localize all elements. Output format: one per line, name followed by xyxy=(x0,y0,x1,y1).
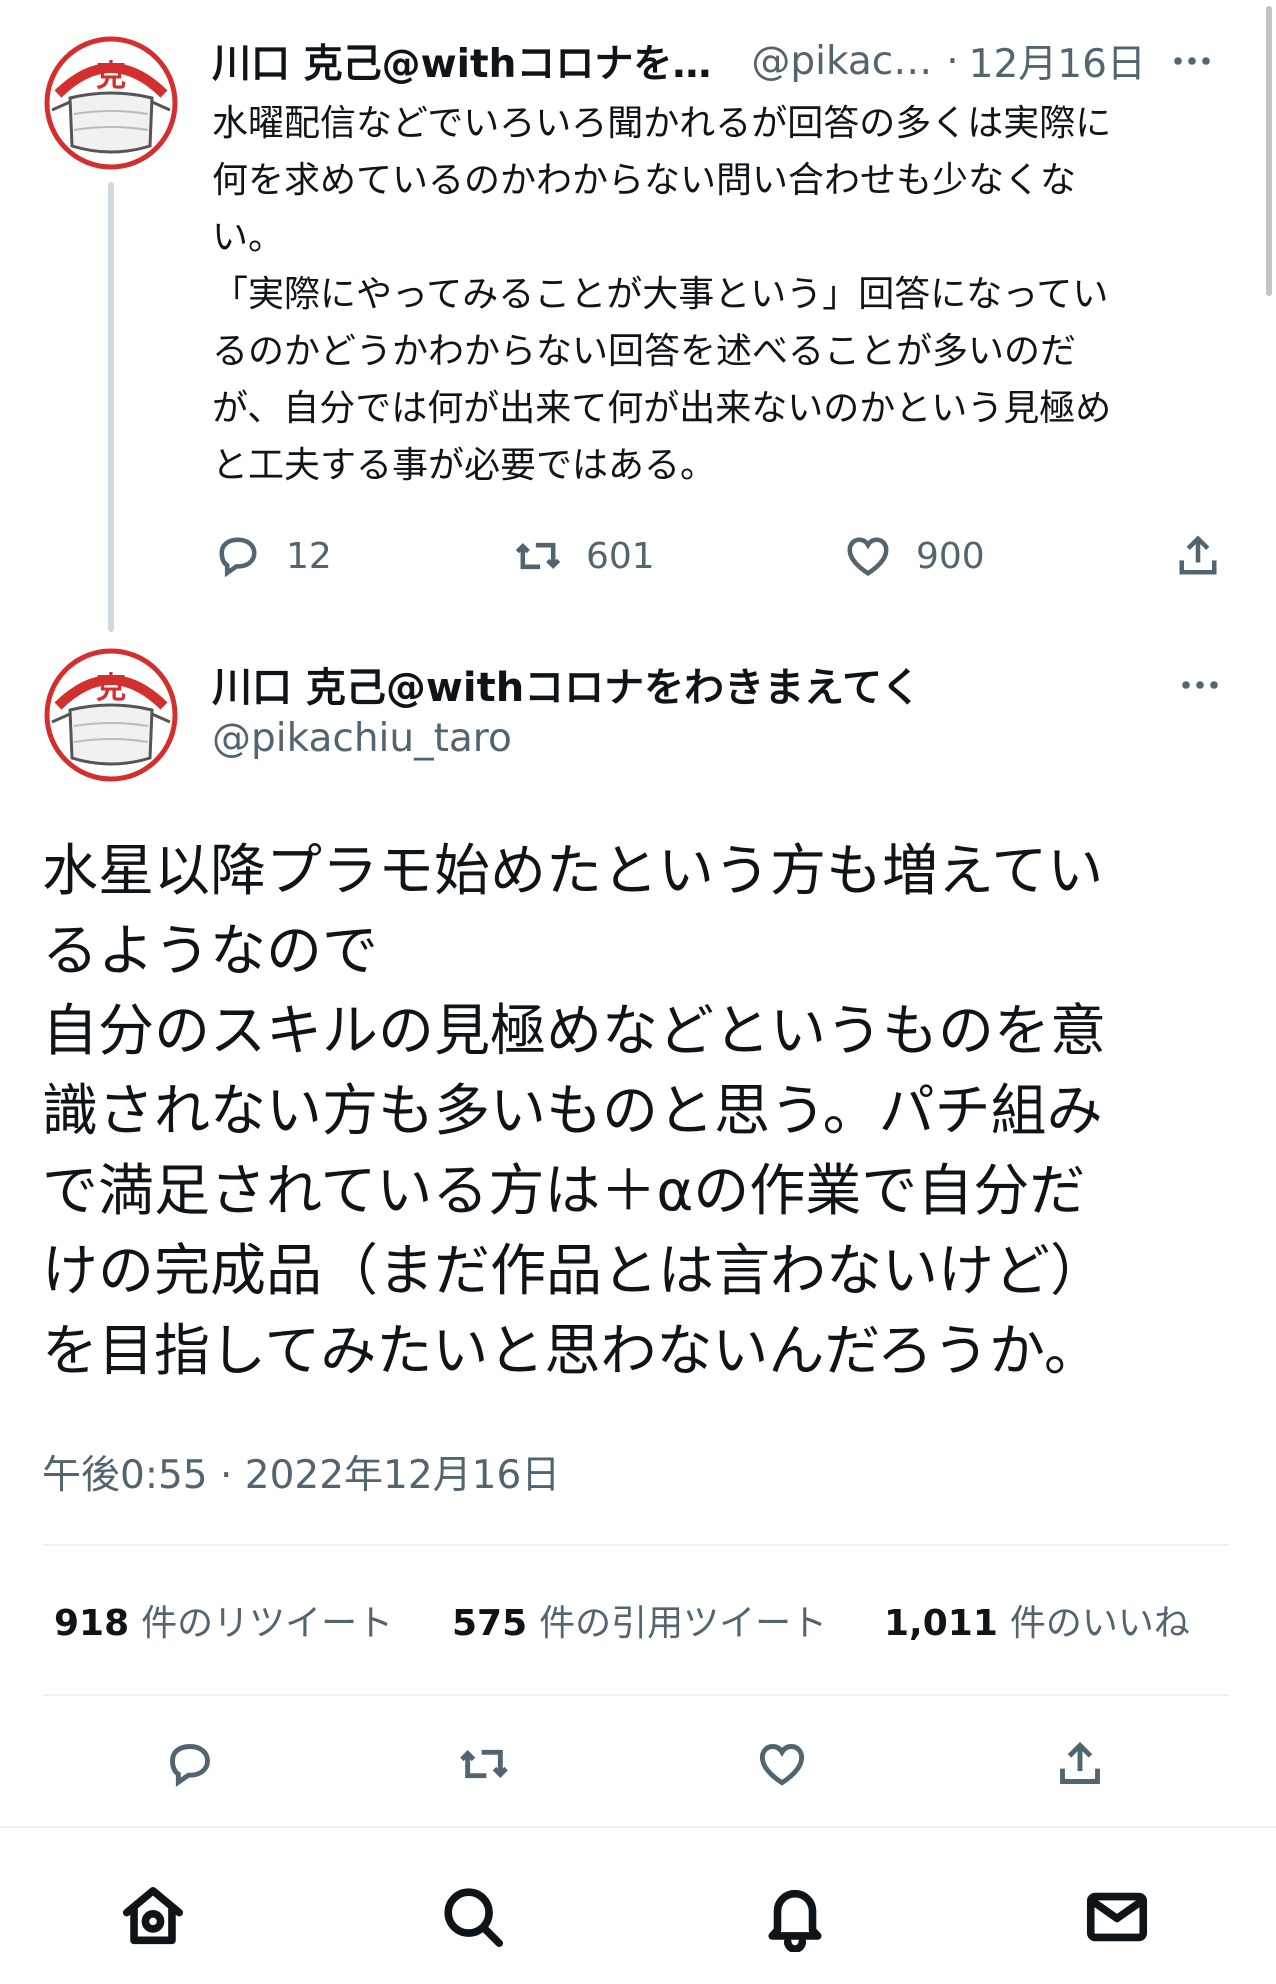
nav-search[interactable] xyxy=(436,1880,510,1954)
tweet-text-line: で満足されている方は＋αの作業で自分だ xyxy=(42,1159,1086,1224)
tweet-text-line: と工夫する事が必要ではある。 xyxy=(212,445,717,486)
like-button[interactable] xyxy=(752,1736,812,1792)
mask-avatar-icon: 克 xyxy=(44,36,178,170)
svg-text:克: 克 xyxy=(96,59,126,94)
tweet-timestamp[interactable]: 午後0:55 · 2022年12月16日 xyxy=(42,1444,560,1500)
quotes-stat[interactable]: 575 件の引用ツイート xyxy=(452,1594,827,1646)
bottom-nav xyxy=(0,1826,1276,1984)
divider xyxy=(42,1694,1230,1696)
tweet-text-line: 「実際にやってみることが大事という」回答になってい xyxy=(212,274,1109,315)
likes-label: 件のいいね xyxy=(1009,1603,1190,1644)
tweet-date[interactable]: 12月16日 xyxy=(969,33,1146,89)
likes-stat[interactable]: 1,011 件のいいね xyxy=(884,1594,1190,1646)
thread-line xyxy=(108,182,114,632)
retweet-button[interactable]: 601 xyxy=(512,528,655,584)
search-icon xyxy=(444,1888,504,1948)
tweet-text-line: が、自分では何が出来て何が出来ないのかという見極め xyxy=(212,388,1112,429)
tweet-text-line: 識されない方も多いものと思う。パチ組み xyxy=(42,1079,1103,1144)
author-handle[interactable]: @pikac… xyxy=(751,39,932,84)
likes-count: 1,011 xyxy=(884,1603,998,1644)
retweets-count: 918 xyxy=(54,1603,130,1644)
nav-notifications[interactable] xyxy=(758,1880,832,1954)
tweet-text-line: 自分のスキルの見極めなどというものを意 xyxy=(42,999,1106,1064)
reply-icon xyxy=(170,1744,210,1787)
tweet-text-line: るのかどうかわからない回答を述べることが多いのだ xyxy=(212,331,1077,372)
svg-text:克: 克 xyxy=(96,671,126,706)
tweet-text-line: 水曜配信などでいろいろ聞かれるが回答の多くは実際に xyxy=(212,103,1112,144)
scrollbar[interactable] xyxy=(1266,6,1272,296)
quotes-count: 575 xyxy=(452,1603,528,1644)
messages-icon xyxy=(1086,1892,1148,1942)
tweet-text-line: を目指してみたいと思わないんだろうか。 xyxy=(42,1319,1100,1384)
main-tweet-actions xyxy=(42,1736,1230,1792)
main-tweet-text[interactable]: 水星以降プラモ始めたという方も増えてい るようなので 自分のスキルの見極めなどと… xyxy=(42,832,1242,1392)
tweet-text-line: い。 xyxy=(212,217,285,258)
more-options-button[interactable] xyxy=(1160,660,1240,710)
like-count: 900 xyxy=(916,535,985,577)
more-icon xyxy=(1174,57,1210,65)
quotes-label: 件の引用ツイート xyxy=(539,1603,828,1644)
parent-tweet-header: 川口 克己@withコロナを… @pikac… · 12月16日 xyxy=(212,33,1222,89)
share-button[interactable] xyxy=(1172,528,1224,584)
tweet-text-line: けの完成品（まだ作品とは言わないけど） xyxy=(42,1239,1106,1304)
retweet-count: 601 xyxy=(586,535,655,577)
reply-button[interactable] xyxy=(160,1736,220,1792)
nav-messages[interactable] xyxy=(1080,1880,1154,1954)
divider xyxy=(42,1544,1230,1546)
reply-count: 12 xyxy=(286,535,332,577)
parent-tweet-actions: 12 601 900 xyxy=(212,528,1232,584)
retweets-label: 件のリツイート xyxy=(141,1603,394,1644)
like-button[interactable]: 900 xyxy=(842,528,985,584)
share-button[interactable] xyxy=(1050,1736,1110,1792)
tweet-stats: 918 件のリツイート 575 件の引用ツイート 1,011 件のいいね xyxy=(54,1594,1234,1650)
heart-icon xyxy=(759,1744,805,1786)
author-name[interactable]: 川口 克己@withコロナを… xyxy=(212,33,711,89)
home-icon xyxy=(122,1886,184,1945)
nav-home[interactable] xyxy=(116,1880,190,1954)
tweet-text-line: るようなので xyxy=(42,919,378,984)
heart-icon xyxy=(847,537,889,576)
share-icon xyxy=(1179,535,1217,575)
tweet-text-line: 何を求めているのかわからない問い合わせも少なくな xyxy=(212,160,1077,201)
reply-icon xyxy=(219,537,257,578)
notifications-icon xyxy=(768,1889,822,1952)
author-handle[interactable]: @pikachiu_taro xyxy=(212,716,512,761)
retweet-button[interactable] xyxy=(454,1736,514,1792)
mask-avatar-icon: 克 xyxy=(44,648,178,782)
separator-dot: · xyxy=(946,38,959,84)
avatar[interactable]: 克 xyxy=(44,36,178,170)
retweets-stat[interactable]: 918 件のリツイート xyxy=(54,1594,393,1646)
parent-tweet-text[interactable]: 水曜配信などでいろいろ聞かれるが回答の多くは実際に 何を求めているのかわからない… xyxy=(212,95,1212,494)
share-icon xyxy=(1060,1741,1100,1784)
retweet-icon xyxy=(460,1749,508,1779)
retweet-icon xyxy=(515,542,561,570)
reply-button[interactable]: 12 xyxy=(212,528,332,584)
more-options-button[interactable] xyxy=(1162,36,1222,86)
more-icon xyxy=(1182,681,1218,689)
avatar[interactable]: 克 xyxy=(44,648,178,782)
tweet-text-line: 水星以降プラモ始めたという方も増えてい xyxy=(42,839,1104,904)
author-name[interactable]: 川口 克己@withコロナをわきまえてく xyxy=(212,655,921,713)
